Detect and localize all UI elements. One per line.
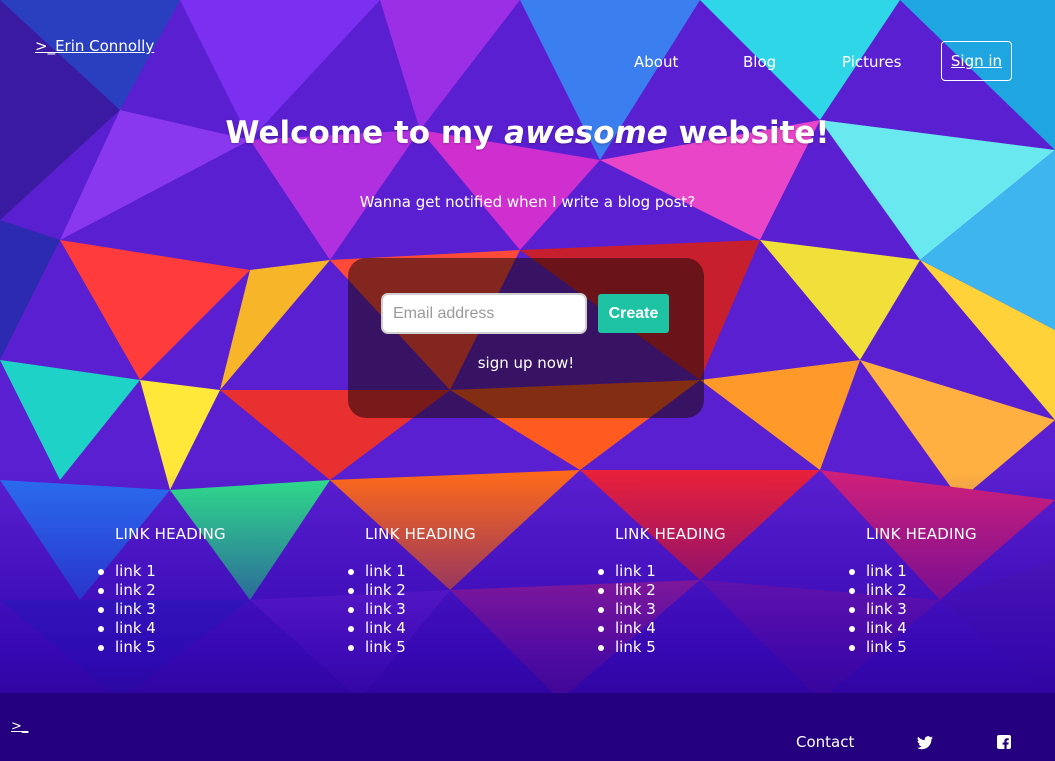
contact-link[interactable]: Contact xyxy=(796,733,854,751)
link-column-1: LINK HEADING link 1 link 2 link 3 link 4… xyxy=(98,525,335,657)
page-title: Welcome to my awesome website! xyxy=(0,115,1055,151)
link-item[interactable]: link 4 xyxy=(598,619,835,638)
footer-prompt-link[interactable]: >_ xyxy=(11,719,28,734)
nav-pictures[interactable]: Pictures xyxy=(842,53,901,71)
link-column-4: LINK HEADING link 1 link 2 link 3 link 4… xyxy=(849,525,1046,657)
link-item[interactable]: link 2 xyxy=(598,581,835,600)
brand-link[interactable]: >_Erin Connolly xyxy=(35,37,154,55)
title-suffix: website! xyxy=(667,115,830,151)
link-item[interactable]: link 3 xyxy=(849,600,1046,619)
link-heading: LINK HEADING xyxy=(866,525,977,543)
link-item[interactable]: link 5 xyxy=(598,638,835,657)
title-emphasis: awesome xyxy=(504,115,668,151)
link-item[interactable]: link 2 xyxy=(98,581,335,600)
link-item[interactable]: link 1 xyxy=(348,562,585,581)
facebook-icon[interactable] xyxy=(997,735,1011,750)
link-item[interactable]: link 4 xyxy=(348,619,585,638)
link-item[interactable]: link 4 xyxy=(98,619,335,638)
link-column-2: LINK HEADING link 1 link 2 link 3 link 4… xyxy=(348,525,585,657)
email-input[interactable] xyxy=(381,293,587,334)
sign-in-button[interactable]: Sign in xyxy=(941,41,1012,81)
link-item[interactable]: link 5 xyxy=(348,638,585,657)
create-button[interactable]: Create xyxy=(598,294,669,333)
link-item[interactable]: link 3 xyxy=(598,600,835,619)
link-item[interactable]: link 5 xyxy=(849,638,1046,657)
link-item[interactable]: link 2 xyxy=(849,581,1046,600)
link-item[interactable]: link 1 xyxy=(98,562,335,581)
hero-subtitle: Wanna get notified when I write a blog p… xyxy=(359,193,696,211)
signup-caption: sign up now! xyxy=(477,354,575,372)
link-heading: LINK HEADING xyxy=(365,525,476,543)
link-item[interactable]: link 3 xyxy=(348,600,585,619)
twitter-icon[interactable] xyxy=(917,735,933,750)
link-item[interactable]: link 3 xyxy=(98,600,335,619)
link-heading: LINK HEADING xyxy=(615,525,726,543)
link-item[interactable]: link 4 xyxy=(849,619,1046,638)
nav-blog[interactable]: Blog xyxy=(743,53,776,71)
link-item[interactable]: link 2 xyxy=(348,581,585,600)
link-column-3: LINK HEADING link 1 link 2 link 3 link 4… xyxy=(598,525,835,657)
title-prefix: Welcome to my xyxy=(225,115,505,151)
footer xyxy=(0,693,1055,761)
nav-about[interactable]: About xyxy=(634,53,678,71)
link-item[interactable]: link 1 xyxy=(598,562,835,581)
link-item[interactable]: link 5 xyxy=(98,638,335,657)
link-heading: LINK HEADING xyxy=(115,525,226,543)
signup-panel xyxy=(348,258,704,418)
link-item[interactable]: link 1 xyxy=(849,562,1046,581)
